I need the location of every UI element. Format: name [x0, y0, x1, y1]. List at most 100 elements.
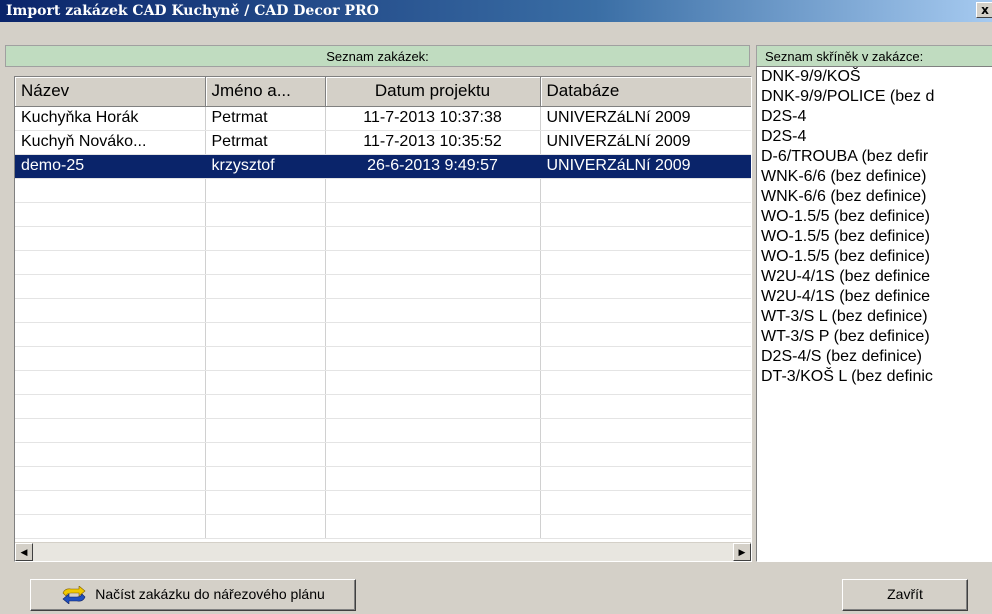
empty-cell — [325, 298, 541, 323]
empty-table-row — [15, 370, 751, 395]
empty-cell — [325, 202, 541, 227]
empty-cell — [205, 250, 326, 275]
empty-cell — [15, 202, 206, 227]
cell-user: Petrmat — [205, 130, 326, 155]
empty-cell — [540, 250, 751, 275]
empty-cell — [15, 514, 206, 539]
empty-cell — [325, 178, 541, 203]
close-icon[interactable]: x — [976, 2, 992, 18]
empty-table-row — [15, 274, 751, 299]
empty-table-row — [15, 442, 751, 467]
empty-cell — [325, 250, 541, 275]
empty-cell — [15, 178, 206, 203]
empty-cell — [205, 178, 326, 203]
list-item[interactable]: WO-1.5/5 (bez definice) — [757, 247, 992, 267]
empty-cell — [15, 322, 206, 347]
column-header-name[interactable]: Název — [15, 77, 206, 107]
list-item[interactable]: D2S-4 — [757, 127, 992, 147]
column-header-date[interactable]: Datum projektu — [325, 77, 541, 107]
list-item[interactable]: D-6/TROUBA (bez defir — [757, 147, 992, 167]
empty-table-row — [15, 514, 751, 539]
empty-cell — [325, 466, 541, 491]
list-item[interactable]: D2S-4 — [757, 107, 992, 127]
empty-cell — [205, 346, 326, 371]
cell-user: Petrmat — [205, 106, 326, 131]
empty-cell — [205, 442, 326, 467]
horizontal-scrollbar[interactable]: ◀ ▶ — [15, 542, 751, 561]
table-row[interactable]: Kuchyňka Horák Petrmat 11-7-2013 10:37:38 U… — [15, 106, 751, 131]
list-item[interactable]: DT-3/KOŠ L (bez definic — [757, 367, 992, 387]
empty-cell — [15, 274, 206, 299]
empty-cell — [325, 514, 541, 539]
list-item[interactable]: W2U-4/1S (bez definice — [757, 287, 992, 307]
list-item[interactable]: DNK-9/9/POLICE (bez d — [757, 87, 992, 107]
list-item[interactable]: DNK-9/9/KOŠ — [757, 67, 992, 87]
empty-table-row — [15, 466, 751, 491]
empty-table-row — [15, 490, 751, 515]
list-item[interactable]: WO-1.5/5 (bez definice) — [757, 207, 992, 227]
empty-cell — [15, 298, 206, 323]
cabinets-panel-header: Seznam skříněk v zakázce: — [756, 45, 992, 67]
swap-arrows-icon — [62, 586, 86, 605]
empty-cell — [205, 322, 326, 347]
empty-cell — [15, 394, 206, 419]
table-row[interactable]: demo-25 krzysztof 26-6-2013 9:49:57 UNIVERZ… — [15, 154, 751, 179]
empty-cell — [205, 394, 326, 419]
empty-cell — [205, 226, 326, 251]
empty-cell — [540, 490, 751, 515]
list-item[interactable]: WT-3/S L (bez definice) — [757, 307, 992, 327]
load-button-label: Načíst zakázku do nářezového plánu — [95, 586, 325, 602]
close-button[interactable]: Zavřít — [842, 579, 968, 611]
window-title: Import zakázek CAD Kuchyně / CAD Decor P… — [6, 3, 379, 19]
orders-table-header: Název Jméno a... Datum projektu Databáze — [15, 77, 751, 107]
empty-cell — [15, 250, 206, 275]
empty-table-row — [15, 418, 751, 443]
empty-cell — [205, 490, 326, 515]
empty-cell — [325, 322, 541, 347]
cell-name: Kuchyň Nováko... — [15, 130, 206, 155]
empty-cell — [540, 394, 751, 419]
cell-database: UNIVERZáLNí 2009 — [540, 154, 751, 179]
empty-cell — [205, 202, 326, 227]
list-item[interactable]: WT-3/S P (bez definice) — [757, 327, 992, 347]
empty-table-row — [15, 322, 751, 347]
empty-table-row — [15, 178, 751, 203]
empty-cell — [205, 370, 326, 395]
empty-cell — [205, 298, 326, 323]
cell-database: UNIVERZáLNí 2009 — [540, 106, 751, 131]
load-order-button[interactable]: Načíst zakázku do nářezového plánu — [30, 579, 356, 611]
empty-cell — [205, 466, 326, 491]
list-item[interactable]: D2S-4/S (bez definice) — [757, 347, 992, 367]
empty-cell — [540, 322, 751, 347]
empty-cell — [15, 346, 206, 371]
cell-date: 11-7-2013 10:35:52 — [325, 130, 541, 155]
cell-name: Kuchyňka Horák — [15, 106, 206, 131]
table-row[interactable]: Kuchyň Nováko... Petrmat 11-7-2013 10:35:5… — [15, 130, 751, 155]
empty-cell — [325, 418, 541, 443]
empty-cell — [540, 466, 751, 491]
empty-cell — [15, 442, 206, 467]
column-header-database[interactable]: Databáze — [540, 77, 751, 107]
cell-date: 11-7-2013 10:37:38 — [325, 106, 541, 131]
empty-cell — [205, 274, 326, 299]
cell-database: UNIVERZáLNí 2009 — [540, 130, 751, 155]
orders-grid[interactable]: Název Jméno a... Datum projektu Databáze… — [14, 76, 752, 562]
window-titlebar[interactable]: Import zakázek CAD Kuchyně / CAD Decor P… — [0, 0, 992, 22]
column-header-user[interactable]: Jméno a... — [205, 77, 326, 107]
list-item[interactable]: W2U-4/1S (bez definice — [757, 267, 992, 287]
list-item[interactable]: WNK-6/6 (bez definice) — [757, 187, 992, 207]
scroll-left-icon[interactable]: ◀ — [15, 543, 33, 561]
empty-cell — [325, 274, 541, 299]
orders-table: Název Jméno a... Datum projektu Databáze… — [15, 77, 751, 539]
empty-cell — [540, 274, 751, 299]
cabinets-list[interactable]: DNK-9/9/KOŠ DNK-9/9/POLICE (bez d D2S-4 D2S… — [756, 66, 992, 562]
scroll-right-icon[interactable]: ▶ — [733, 543, 751, 561]
cell-user: krzysztof — [205, 154, 326, 179]
cell-name: demo-25 — [15, 154, 206, 179]
empty-cell — [540, 178, 751, 203]
empty-table-row — [15, 298, 751, 323]
empty-cell — [325, 442, 541, 467]
list-item[interactable]: WNK-6/6 (bez definice) — [757, 167, 992, 187]
empty-cell — [540, 370, 751, 395]
list-item[interactable]: WO-1.5/5 (bez definice) — [757, 227, 992, 247]
